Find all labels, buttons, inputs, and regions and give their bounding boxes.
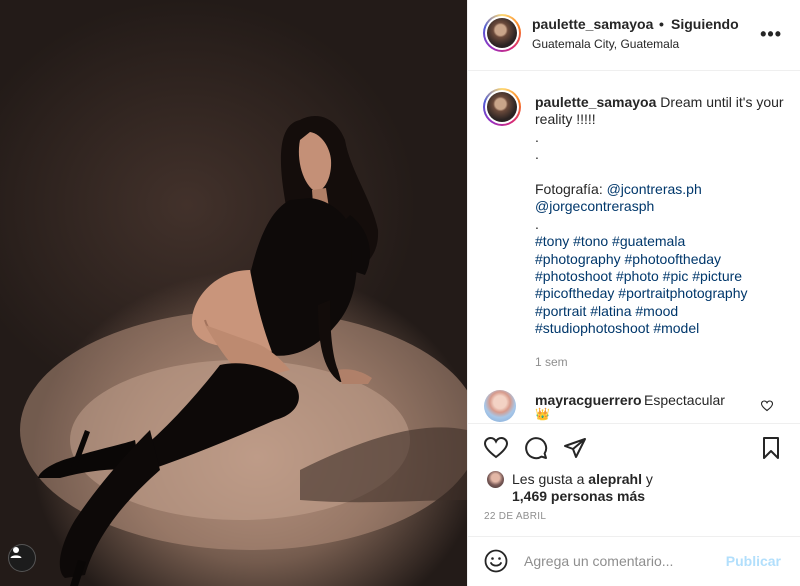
post-location[interactable]: Guatemala City, Guatemala bbox=[532, 37, 679, 51]
crown-emoji: 👑 bbox=[535, 407, 550, 421]
caption-photo-label: Fotografía: bbox=[535, 181, 603, 198]
mention-link[interactable]: @jorgecontrerasph bbox=[535, 198, 654, 214]
person-icon bbox=[10, 547, 22, 558]
commenter-username[interactable]: mayracguerrero bbox=[535, 392, 642, 408]
liker-username[interactable]: aleprahl bbox=[588, 471, 642, 487]
hashtags-line[interactable]: #photography #photooftheday bbox=[535, 251, 721, 267]
separator-dot: • bbox=[659, 16, 664, 32]
post-header: paulette_samayoa • Siguiendo Guatemala C… bbox=[468, 0, 800, 71]
likes-prefix: Les gusta a bbox=[512, 471, 585, 487]
caption-author-avatar[interactable] bbox=[483, 88, 521, 126]
author-username[interactable]: paulette_samayoa bbox=[532, 16, 653, 32]
caption-username[interactable]: paulette_samayoa bbox=[535, 94, 656, 110]
caption-dot: . bbox=[535, 215, 539, 232]
likes-count-link[interactable]: 1,469 personas más bbox=[512, 487, 645, 505]
hashtags-line[interactable]: #studiophotoshoot #model bbox=[535, 320, 699, 336]
hashtags-line[interactable]: #tony #tono #guatemala bbox=[535, 233, 685, 249]
caption-dot: . bbox=[535, 146, 539, 163]
more-horizontal-icon[interactable]: ••• bbox=[760, 24, 782, 45]
post-details-panel: paulette_samayoa • Siguiendo Guatemala C… bbox=[467, 0, 800, 586]
likes-text: Les gusta a aleprahl y bbox=[512, 470, 792, 488]
post-photo[interactable] bbox=[0, 0, 467, 586]
post-caption: paulette_samayoa Dream until it's your r… bbox=[535, 94, 785, 338]
action-bar bbox=[468, 423, 800, 471]
commenter-avatar[interactable] bbox=[484, 390, 516, 422]
comment-composer: Publicar bbox=[468, 536, 800, 586]
smiley-icon[interactable] bbox=[484, 549, 508, 576]
likes-conjunction: y bbox=[645, 471, 653, 487]
comments-scroll-area[interactable]: paulette_samayoa Dream until it's your r… bbox=[468, 72, 800, 422]
post-photo-image bbox=[20, 116, 467, 586]
paper-plane-icon[interactable] bbox=[563, 436, 587, 463]
caption-dot: . bbox=[535, 128, 539, 145]
hashtags-line[interactable]: #picoftheday #portraitphotography bbox=[535, 285, 747, 301]
caption-time-ago[interactable]: 1 sem bbox=[535, 355, 568, 369]
follow-status-button[interactable]: Siguiendo bbox=[671, 16, 739, 32]
bookmark-icon[interactable] bbox=[759, 436, 783, 463]
author-avatar[interactable] bbox=[483, 14, 521, 52]
heart-icon[interactable] bbox=[483, 436, 509, 463]
hashtags-line[interactable]: #portrait #latina #mood bbox=[535, 303, 678, 319]
post-date[interactable]: 22 DE ABRIL bbox=[484, 511, 546, 522]
heart-outline-icon[interactable] bbox=[760, 399, 774, 415]
comment-text: Espectacular bbox=[644, 392, 725, 408]
hashtags-line[interactable]: #photoshoot #photo #pic #picture bbox=[535, 268, 742, 284]
publish-button[interactable]: Publicar bbox=[726, 553, 781, 569]
comment-input[interactable] bbox=[524, 553, 724, 569]
tagged-user-icon[interactable] bbox=[8, 544, 36, 572]
comment-icon[interactable] bbox=[524, 436, 548, 463]
mention-link[interactable]: @jcontreras.ph bbox=[607, 181, 702, 197]
liker-avatar[interactable] bbox=[486, 470, 505, 489]
